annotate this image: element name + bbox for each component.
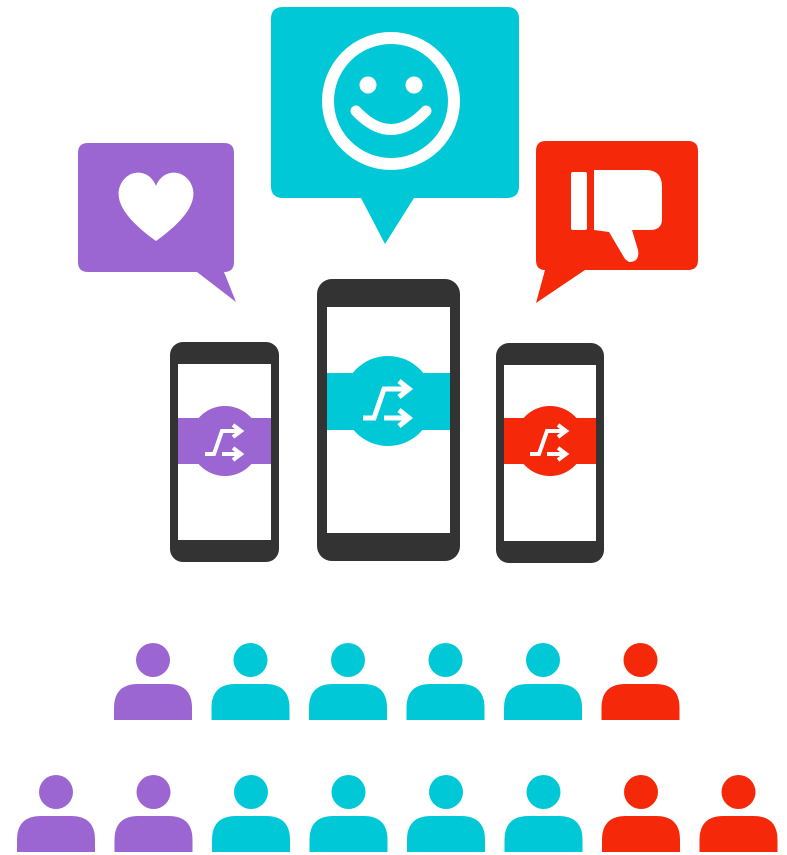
person-icon (406, 643, 485, 720)
person-icon (699, 775, 778, 852)
smiley-bubble (271, 7, 519, 244)
person-icon (504, 775, 583, 852)
phone-left (170, 342, 279, 562)
person-icon (504, 643, 582, 720)
phone-center (317, 279, 460, 561)
phone-right (496, 343, 604, 563)
phone-center-disc (343, 356, 433, 446)
phone-left-disc (190, 406, 260, 476)
person-icon (114, 775, 193, 852)
person-icon (309, 775, 388, 852)
person-icon (601, 643, 680, 720)
person-icon (114, 643, 192, 720)
person-icon (602, 775, 680, 852)
audience-row-1 (114, 643, 680, 720)
person-icon (407, 775, 485, 852)
thumbs-down-bubble (536, 141, 698, 303)
person-icon (212, 775, 290, 852)
heart-bubble (78, 143, 236, 302)
person-icon (309, 643, 387, 720)
phone-right-disc (515, 406, 585, 476)
social-media-sentiment-illustration (17, 7, 778, 852)
audience-row-2 (17, 775, 778, 852)
person-icon (17, 775, 95, 852)
person-icon (211, 643, 290, 720)
